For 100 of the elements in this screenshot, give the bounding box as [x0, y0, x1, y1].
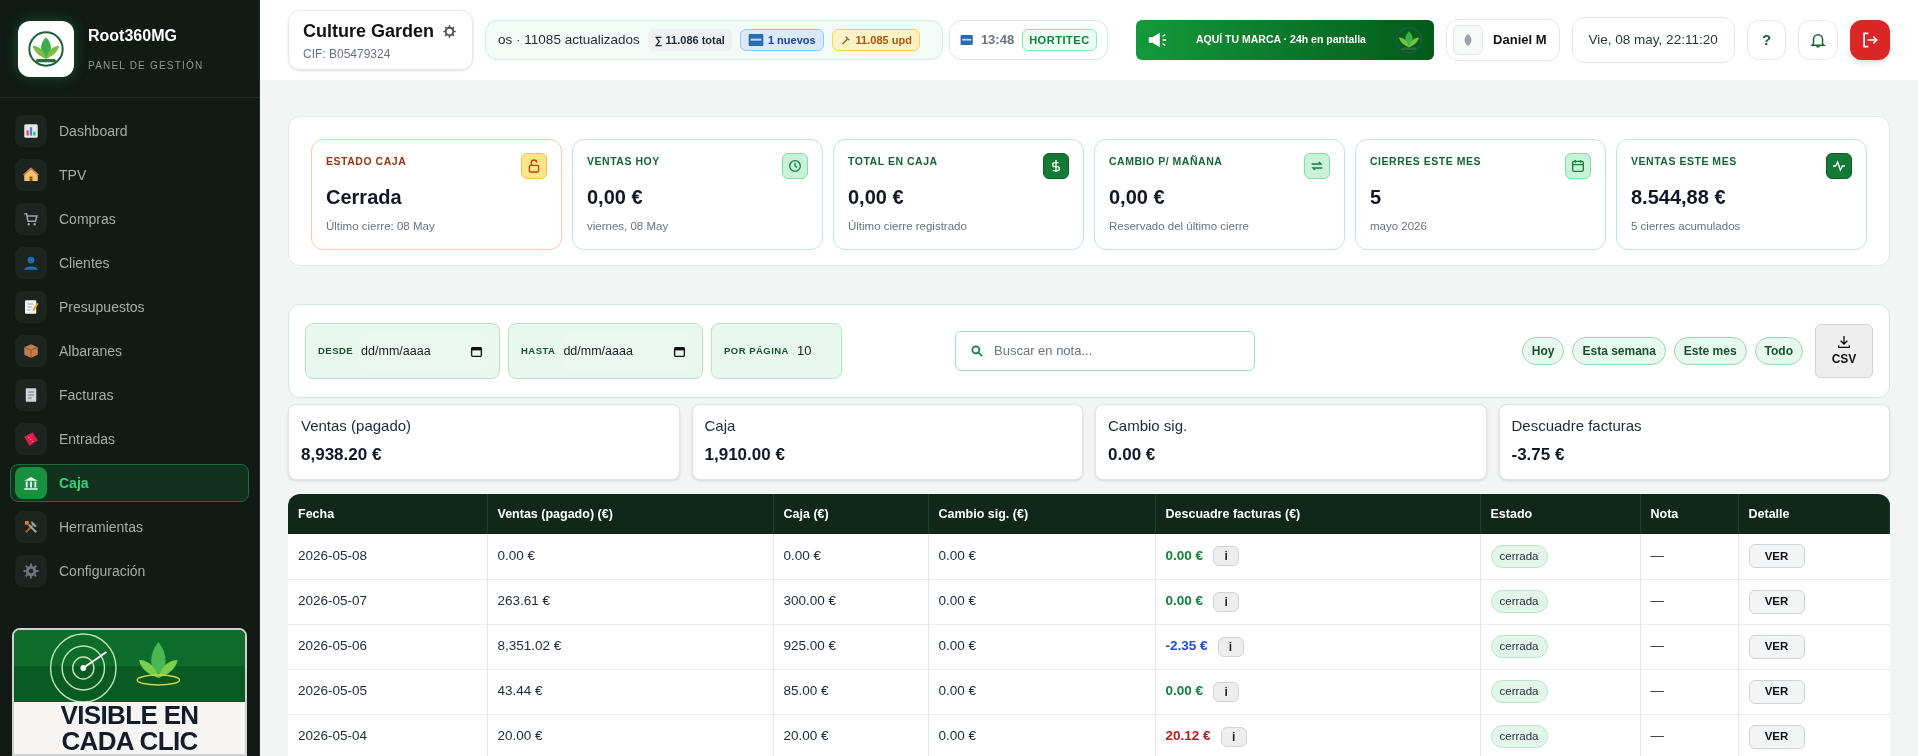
table-cell: 0.00 €: [773, 534, 928, 579]
csv-export-button[interactable]: CSV: [1815, 324, 1873, 378]
info-button[interactable]: i: [1217, 636, 1244, 657]
filter-label: HASTA: [521, 343, 556, 358]
calendar-icon: [673, 344, 686, 358]
calendar-icon: [470, 344, 483, 358]
updated-badge: 11.085 upd: [831, 28, 920, 52]
stat-note: Reservado del último cierre: [1109, 218, 1250, 234]
summary-value: -3.75 €: [1511, 443, 1566, 466]
clock-icon: [787, 158, 803, 174]
stat-label: CIERRES ESTE MES: [1370, 154, 1482, 169]
date-time: Vie, 08 may, 22:11:20: [1571, 17, 1735, 63]
user-button[interactable]: Daniel M: [1446, 19, 1560, 61]
table-cell: —: [1640, 669, 1738, 714]
promo-headline: VISIBLE EN: [60, 702, 199, 728]
table-cell: 2026-05-05: [288, 669, 487, 714]
ad-banner[interactable]: AQUÍ TU MARCA · 24h en pantalla: [1135, 20, 1435, 60]
diff-value: 0.00 €: [1165, 547, 1204, 566]
info-button[interactable]: i: [1213, 591, 1240, 612]
stat-value: 5: [1370, 184, 1383, 210]
leaf-logo-icon: [26, 28, 66, 69]
help-button[interactable]: ?: [1746, 20, 1787, 60]
cart-icon: [22, 210, 40, 228]
sidebar-item[interactable]: Herramientas: [10, 508, 249, 546]
notifications-button[interactable]: [1798, 20, 1839, 60]
ticket-icon: [22, 430, 40, 448]
stat-note: mayo 2026: [1370, 218, 1428, 234]
stat-label: VENTAS ESTE MES: [1631, 154, 1737, 169]
view-button[interactable]: VER: [1748, 634, 1805, 659]
sidebar-item[interactable]: Entradas: [10, 420, 249, 458]
table-cell: 2026-05-08: [288, 534, 487, 579]
column-header: Estado: [1480, 494, 1640, 534]
summary-label: Caja: [704, 416, 737, 436]
table-cell: 925.00 €: [773, 624, 928, 669]
search-field[interactable]: Buscar en nota...: [955, 331, 1255, 371]
news-icon: [959, 32, 973, 48]
summary-value: 1,910.00 €: [704, 443, 786, 466]
sidebar-item[interactable]: Caja: [10, 464, 249, 502]
filter-label: DESDE: [318, 343, 354, 358]
quick-filter-button[interactable]: Todo: [1754, 337, 1803, 365]
memo-icon: [22, 298, 40, 316]
tools-icon: [22, 518, 40, 536]
bank-icon: [22, 474, 40, 492]
sidebar-item[interactable]: Albaranes: [10, 332, 249, 370]
sidebar-item[interactable]: Dashboard: [10, 112, 249, 150]
info-button[interactable]: i: [1213, 546, 1240, 567]
table-cell: 8,351.02 €: [487, 624, 773, 669]
total-badge: ∑ 11.086 total: [647, 28, 732, 52]
status-badge: cerrada: [1490, 589, 1548, 614]
diff-value: 0.00 €: [1165, 592, 1204, 611]
quick-filter-button[interactable]: Hoy: [1521, 337, 1565, 365]
status-badge: cerrada: [1490, 679, 1548, 704]
quick-filter-button[interactable]: Esta semana: [1572, 337, 1666, 365]
ad-text: AQUÍ TU MARCA · 24h en pantalla: [1194, 32, 1367, 48]
table-cell: 2026-05-07: [288, 579, 487, 624]
sidebar-item[interactable]: Facturas: [10, 376, 249, 414]
column-header: Ventas (pagado) (€): [487, 494, 773, 534]
table-cell: 300.00 €: [773, 579, 928, 624]
status-badge: cerrada: [1490, 724, 1548, 749]
hammer-icon: [839, 34, 852, 46]
sidebar-item[interactable]: Clientes: [10, 244, 249, 282]
gear-icon[interactable]: [442, 23, 458, 39]
info-button[interactable]: i: [1213, 681, 1240, 702]
table-cell: 2026-05-06: [288, 624, 487, 669]
news-source-badge: HORTITEC: [1022, 28, 1097, 52]
bell-icon: [1809, 31, 1828, 49]
logout-button[interactable]: [1850, 20, 1890, 60]
table-cell: 2026-05-04: [288, 714, 487, 756]
table-cell: 85.00 €: [773, 669, 928, 714]
per-page-field[interactable]: 10: [796, 331, 829, 371]
column-header: Fecha: [288, 494, 487, 534]
column-header: Cambio sig. (€): [928, 494, 1155, 534]
table-cell: 0.00 €: [928, 714, 1155, 756]
quick-filter-button[interactable]: Este mes: [1673, 337, 1747, 365]
diff-value: -2.35 €: [1165, 637, 1208, 656]
sidebar-item[interactable]: TPV: [10, 156, 249, 194]
sidebar-item[interactable]: Configuración: [10, 552, 249, 590]
diff-value: 0.00 €: [1165, 682, 1204, 701]
promo-banner[interactable]: VISIBLE EN CADA CLIC: [12, 628, 247, 756]
info-button[interactable]: i: [1220, 726, 1247, 747]
new-badge: 1 nuevos: [739, 28, 824, 52]
download-icon: [1836, 334, 1852, 350]
table-cell: —: [1640, 579, 1738, 624]
table-cell: 0.00 €: [487, 534, 773, 579]
column-header: Caja (€): [773, 494, 928, 534]
stat-note: Último cierre: 08 May: [326, 218, 436, 234]
table-cell: 263.61 €: [487, 579, 773, 624]
stat-note: 5 cierres acumulados: [1631, 218, 1742, 234]
table-cell: 0.00 €: [928, 579, 1155, 624]
gear-icon: [22, 562, 40, 580]
view-button[interactable]: VER: [1748, 589, 1805, 614]
sidebar-item[interactable]: Presupuestos: [10, 288, 249, 326]
view-button[interactable]: VER: [1748, 679, 1805, 704]
stat-label: TOTAL EN CAJA: [848, 154, 938, 169]
view-button[interactable]: VER: [1748, 724, 1805, 749]
sidebar-item[interactable]: Compras: [10, 200, 249, 238]
table-cell: —: [1640, 534, 1738, 579]
view-button[interactable]: VER: [1748, 544, 1805, 569]
user-icon: [22, 254, 40, 272]
table-cell: 20.00 €: [487, 714, 773, 756]
